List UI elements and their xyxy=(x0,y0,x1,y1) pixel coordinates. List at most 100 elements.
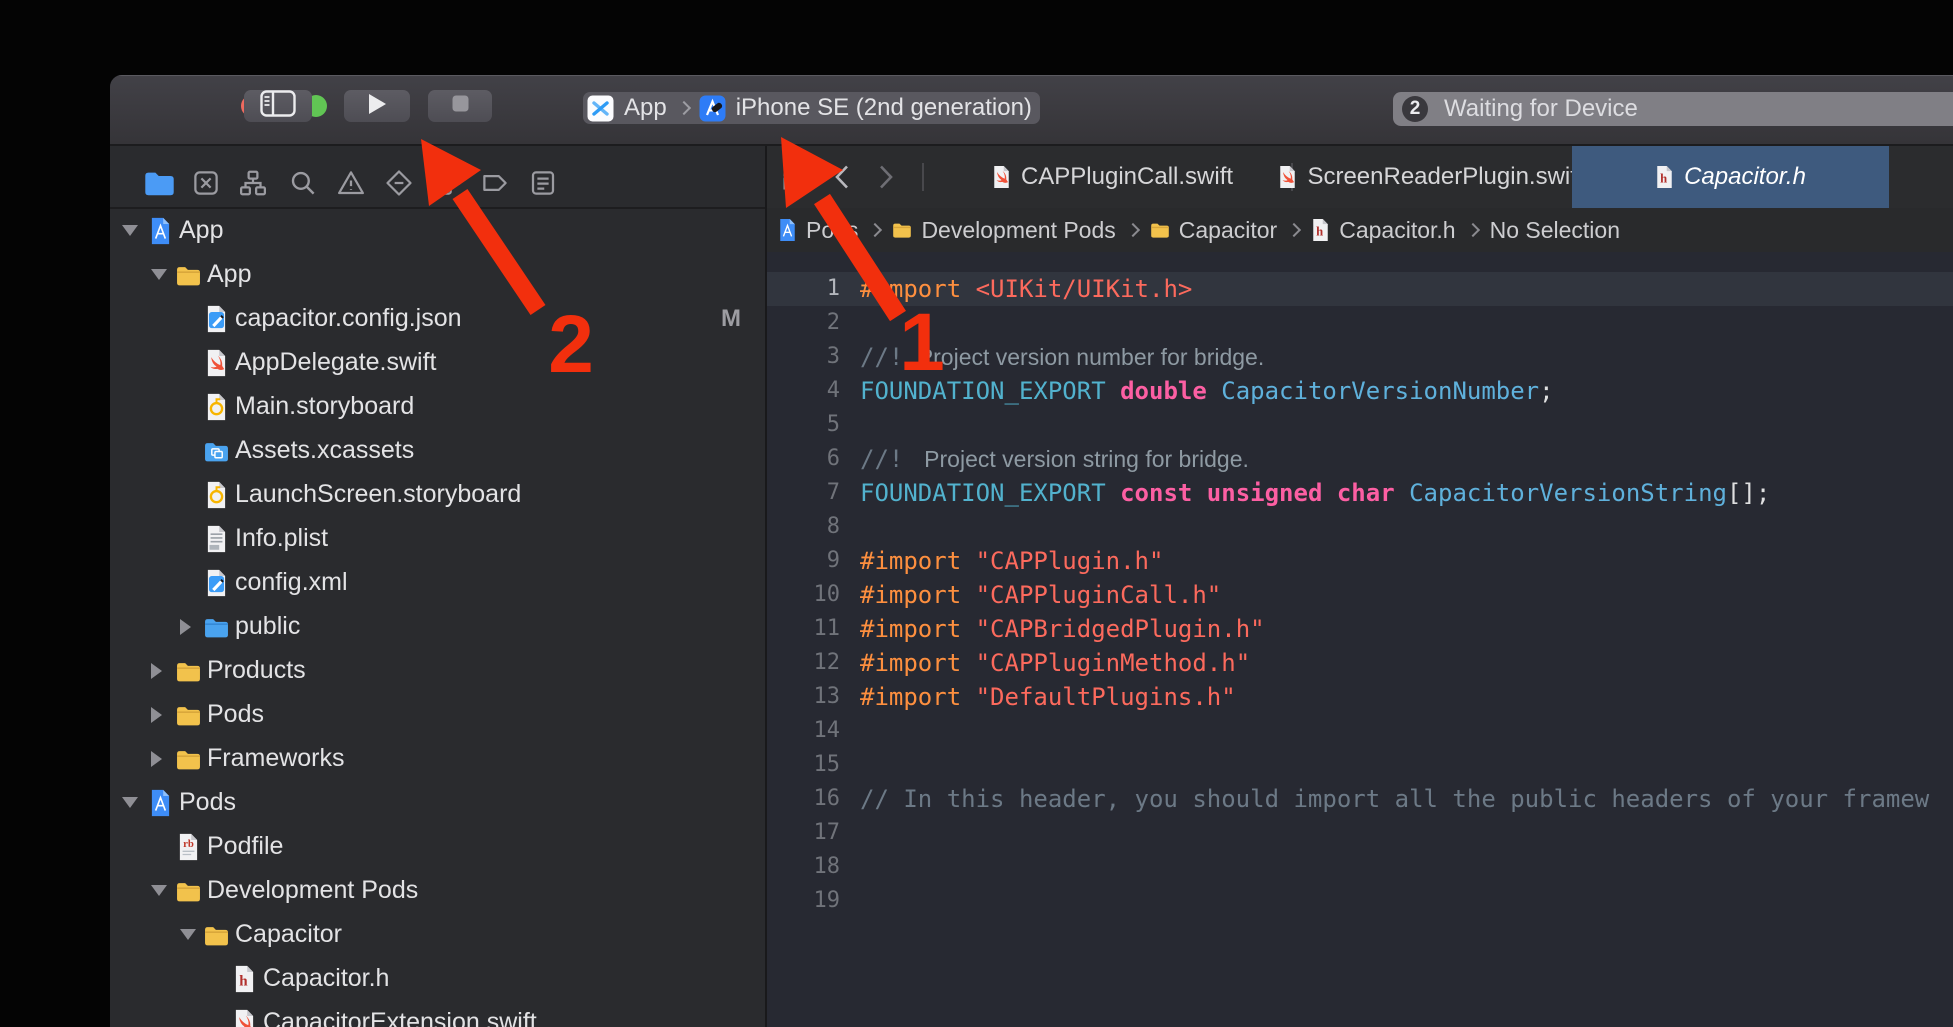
project-file-tree: AppAppcapacitor.config.jsonMAppDelegate.… xyxy=(110,209,765,1027)
code-text: #import "CAPPlugin.h" xyxy=(860,544,1163,578)
editor-tab-capacitor-h[interactable]: hCapacitor.h xyxy=(1572,146,1889,208)
source-code-area[interactable]: 1#import <UIKit/UIKit.h>23//! Project ve… xyxy=(767,252,1953,1027)
code-line-19[interactable]: 19 xyxy=(767,884,1953,918)
code-text: FOUNDATION_EXPORT double CapacitorVersio… xyxy=(860,374,1554,408)
navigator-toggle-button[interactable] xyxy=(244,90,312,122)
editor-tab-screenreaderplugin-swift[interactable]: ScreenReaderPlugin.swift xyxy=(1292,146,1570,208)
code-line-2[interactable]: 2 xyxy=(767,306,1953,340)
app-target-icon xyxy=(587,95,614,122)
run-button[interactable] xyxy=(344,90,410,122)
editor-layout-icon[interactable] xyxy=(781,160,815,194)
stop-icon xyxy=(452,95,469,117)
code-line-13[interactable]: 13#import "DefaultPlugins.h" xyxy=(767,680,1953,714)
navigator-find-icon[interactable] xyxy=(287,167,319,199)
tree-row-capacitor-config-json[interactable]: capacitor.config.jsonM xyxy=(110,297,765,341)
tree-item-label: LaunchScreen.storyboard xyxy=(235,480,521,509)
line-number: 8 xyxy=(767,510,840,544)
navigator-reports-icon[interactable] xyxy=(527,167,559,199)
tree-row-capacitor-h[interactable]: hCapacitor.h xyxy=(110,957,765,1001)
code-line-12[interactable]: 12#import "CAPPluginMethod.h" xyxy=(767,646,1953,680)
editor-tab-capplugincall-swift[interactable]: CAPPluginCall.swift xyxy=(935,146,1290,208)
tree-row-app[interactable]: App xyxy=(110,253,765,297)
tree-item-label: Products xyxy=(207,656,306,685)
line-number: 1 xyxy=(767,272,840,306)
navigator-symbols-icon[interactable] xyxy=(237,167,269,199)
tree-row-capacitor[interactable]: Capacitor xyxy=(110,913,765,957)
activity-status-bar[interactable]: 2 Waiting for Device xyxy=(1393,92,1953,126)
tree-row-podfile[interactable]: rbPodfile xyxy=(110,825,765,869)
code-line-9[interactable]: 9#import "CAPPlugin.h" xyxy=(767,544,1953,578)
code-line-5[interactable]: 5 xyxy=(767,408,1953,442)
disclosure-closed-icon[interactable] xyxy=(180,619,191,635)
code-line-1[interactable]: 1#import <UIKit/UIKit.h> xyxy=(767,272,1953,306)
disclosure-open-icon[interactable] xyxy=(151,885,167,896)
code-line-3[interactable]: 3//! Project version number for bridge. xyxy=(767,340,1953,374)
breadcrumb-development-pods[interactable]: Development Pods xyxy=(892,217,1115,244)
tree-row-launchscreen-storyboard[interactable]: LaunchScreen.storyboard xyxy=(110,473,765,517)
svg-text:h: h xyxy=(1316,224,1323,238)
play-icon xyxy=(368,93,387,120)
disclosure-closed-icon[interactable] xyxy=(151,663,162,679)
breadcrumb-capacitor-h[interactable]: hCapacitor.h xyxy=(1311,217,1455,244)
stop-button[interactable] xyxy=(428,90,492,122)
disclosure-open-icon[interactable] xyxy=(122,225,138,236)
tree-row-frameworks[interactable]: Frameworks xyxy=(110,737,765,781)
line-number: 4 xyxy=(767,374,840,408)
disclosure-open-icon[interactable] xyxy=(180,929,196,940)
tree-row-pods[interactable]: Pods xyxy=(110,781,765,825)
code-line-14[interactable]: 14 xyxy=(767,714,1953,748)
folder-file-icon xyxy=(175,260,201,290)
code-line-6[interactable]: 6//! Project version string for bridge. xyxy=(767,442,1953,476)
tree-row-development-pods[interactable]: Development Pods xyxy=(110,869,765,913)
tree-row-info-plist[interactable]: Info.plist xyxy=(110,517,765,561)
tree-item-label: Podfile xyxy=(207,832,283,861)
breadcrumb-no-selection[interactable]: No Selection xyxy=(1490,217,1620,244)
chevron-right-icon xyxy=(868,223,882,237)
code-line-11[interactable]: 11#import "CAPBridgedPlugin.h" xyxy=(767,612,1953,646)
tree-item-label: public xyxy=(235,612,300,641)
tree-row-capacitorextension-swift[interactable]: CapacitorExtension.swift xyxy=(110,1001,765,1027)
code-line-4[interactable]: 4 FOUNDATION_EXPORT double CapacitorVersi… xyxy=(767,374,1953,408)
navigator-debug-icon[interactable] xyxy=(431,167,463,199)
go-forward-icon[interactable] xyxy=(869,160,903,194)
navigator-source-control-icon[interactable] xyxy=(190,167,222,199)
disclosure-open-icon[interactable] xyxy=(151,269,167,280)
line-number: 17 xyxy=(767,816,840,850)
breadcrumb-label: No Selection xyxy=(1490,217,1620,244)
code-text: #import "DefaultPlugins.h" xyxy=(860,680,1236,714)
scheme-device-label: iPhone SE (2nd generation) xyxy=(736,94,1032,122)
window-toolbar: App iPhone SE (2nd generation) 2 Waiting… xyxy=(110,75,1953,144)
tree-row-products[interactable]: Products xyxy=(110,649,765,693)
issue-count-badge[interactable]: 2 xyxy=(1402,96,1428,122)
tab-label: CAPPluginCall.swift xyxy=(1021,163,1233,191)
code-line-18[interactable]: 18 xyxy=(767,850,1953,884)
breadcrumb-pods[interactable]: Pods xyxy=(778,217,858,244)
disclosure-closed-icon[interactable] xyxy=(151,751,162,767)
scheme-target-label: App xyxy=(624,94,667,122)
tree-row-public[interactable]: public xyxy=(110,605,765,649)
breadcrumb-label: Pods xyxy=(806,217,858,244)
navigator-issues-icon[interactable] xyxy=(335,167,367,199)
navigator-breakpoints-icon[interactable] xyxy=(479,167,511,199)
disclosure-open-icon[interactable] xyxy=(122,797,138,808)
disclosure-closed-icon[interactable] xyxy=(151,707,162,723)
code-line-16[interactable]: 16// In this header, you should import a… xyxy=(767,782,1953,816)
code-line-17[interactable]: 17 xyxy=(767,816,1953,850)
go-back-icon[interactable] xyxy=(825,160,859,194)
tree-row-app[interactable]: App xyxy=(110,209,765,253)
swift-file-icon xyxy=(992,165,1011,189)
code-line-10[interactable]: 10#import "CAPPluginCall.h" xyxy=(767,578,1953,612)
code-line-15[interactable]: 15 xyxy=(767,748,1953,782)
tree-row-config-xml[interactable]: config.xml xyxy=(110,561,765,605)
tree-row-assets-xcassets[interactable]: Assets.xcassets xyxy=(110,429,765,473)
navigator-project-icon[interactable] xyxy=(143,167,175,199)
navigator-tests-icon[interactable] xyxy=(383,167,415,199)
tree-row-main-storyboard[interactable]: Main.storyboard xyxy=(110,385,765,429)
tree-row-appdelegate-swift[interactable]: AppDelegate.swift xyxy=(110,341,765,385)
tree-row-pods[interactable]: Pods xyxy=(110,693,765,737)
breadcrumb-label: Capacitor xyxy=(1179,217,1277,244)
code-line-7[interactable]: 7FOUNDATION_EXPORT const unsigned char C… xyxy=(767,476,1953,510)
code-line-8[interactable]: 8 xyxy=(767,510,1953,544)
scheme-selector[interactable]: App iPhone SE (2nd generation) xyxy=(583,92,1040,124)
breadcrumb-capacitor[interactable]: Capacitor xyxy=(1150,217,1277,244)
